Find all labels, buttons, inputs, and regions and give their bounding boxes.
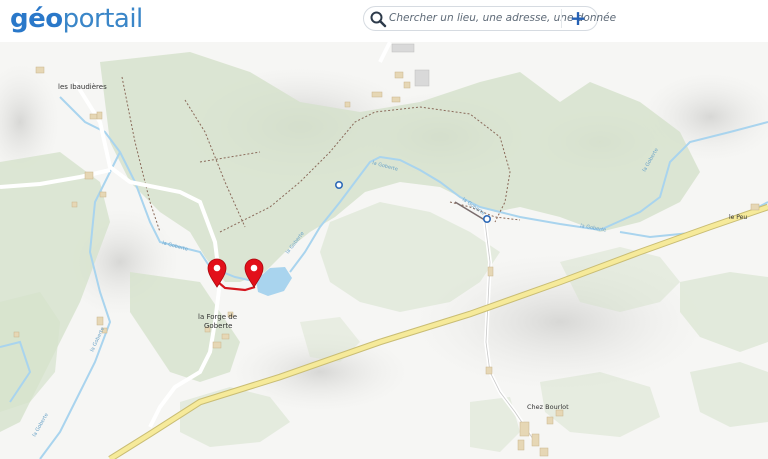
map-view[interactable]: les Ibaudières la Forge de Goberte le Pe… <box>0 42 768 459</box>
geoportail-logo[interactable]: géoportail <box>10 2 143 36</box>
add-button[interactable]: + <box>561 8 594 28</box>
place-le-peu: le Peu <box>729 214 747 221</box>
place-forge-line2: Goberte <box>204 322 232 330</box>
logo-geo: géo <box>10 4 63 34</box>
search-bar[interactable]: Chercher un lieu, une adresse, une donné… <box>363 6 616 31</box>
top-bar: géoportail Chercher un lieu, une adresse… <box>0 0 768 42</box>
logo-portail: portail <box>62 4 144 34</box>
place-forge-line1: la Forge de <box>198 313 237 321</box>
place-chez-bourlot: Chez Bourlot <box>527 403 569 411</box>
search-icon[interactable] <box>369 10 387 28</box>
map-canvas[interactable]: les Ibaudières la Forge de Goberte le Pe… <box>0 42 768 459</box>
place-les-ibaudieres: les Ibaudières <box>58 83 107 91</box>
